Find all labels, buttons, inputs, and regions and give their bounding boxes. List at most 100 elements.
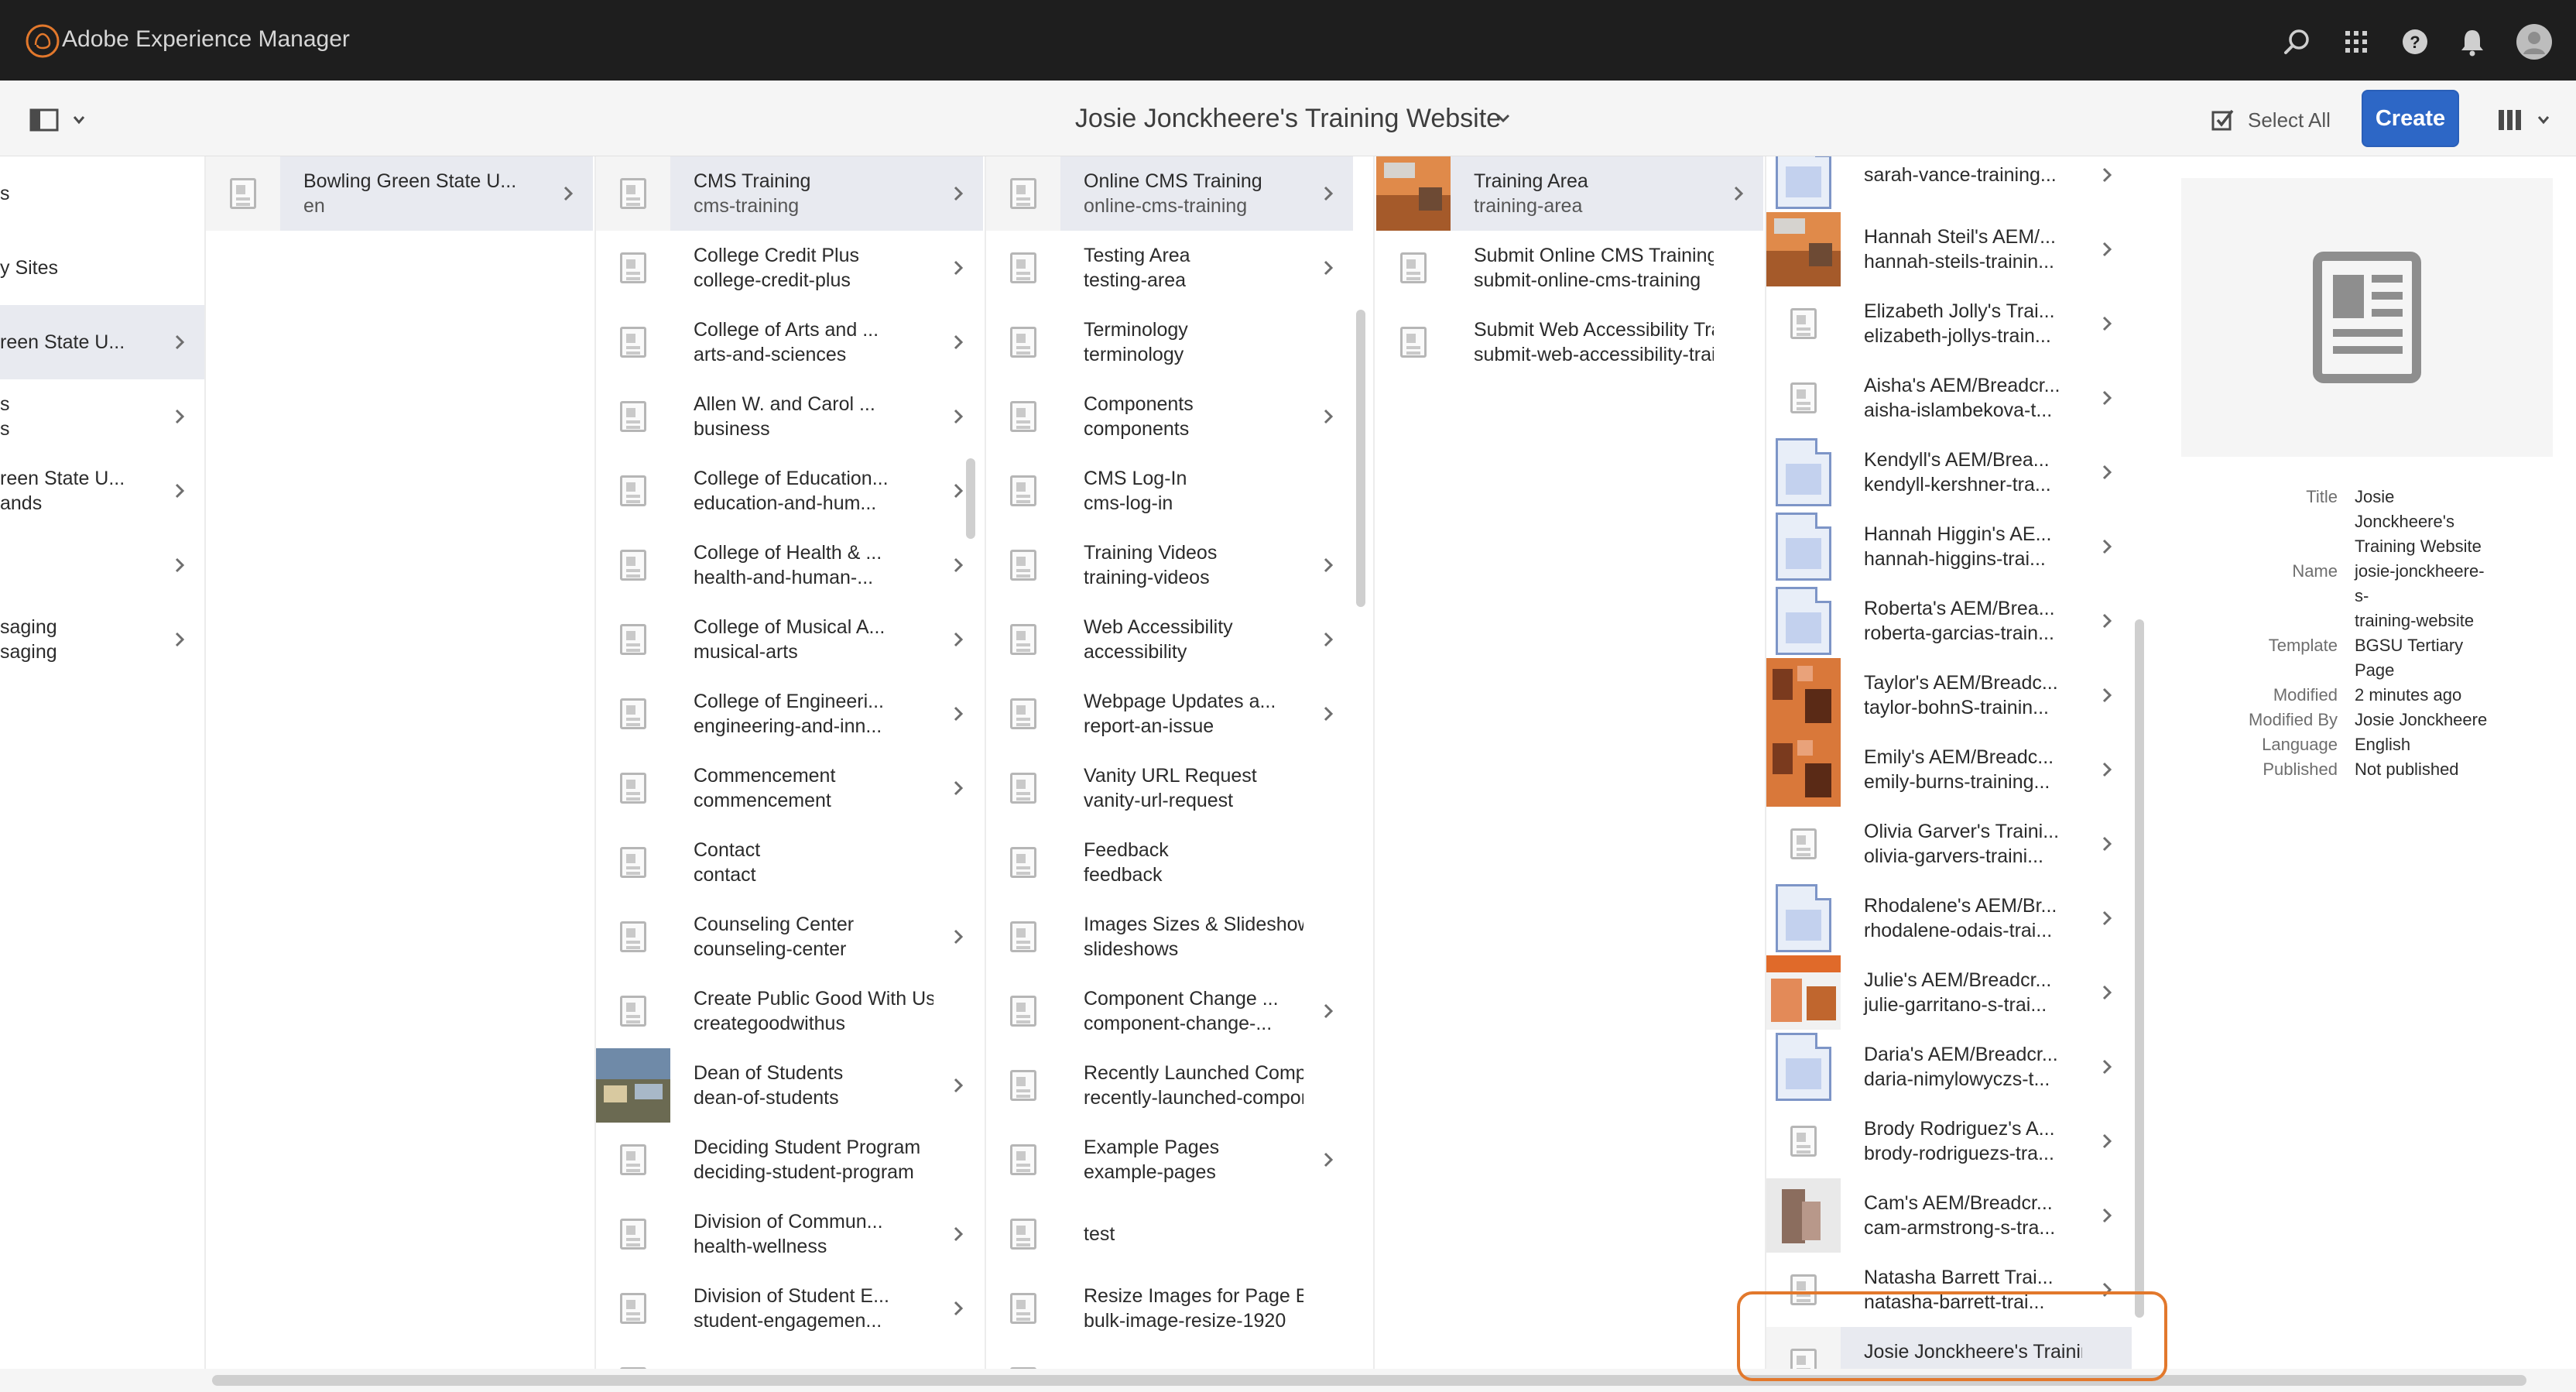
chevron-right-icon[interactable]: [155, 482, 204, 499]
chevron-right-icon[interactable]: [933, 1226, 983, 1243]
column-item[interactable]: s: [0, 156, 204, 231]
column-item[interactable]: College of Arts and ... arts-and-sciences: [596, 305, 983, 379]
column-item[interactable]: Allen W. and Carol ... business: [596, 379, 983, 454]
column-item[interactable]: College Credit Plus college-credit-plus: [596, 231, 983, 305]
column-item[interactable]: Webpage Updates a... report-an-issue: [986, 677, 1353, 751]
chevron-right-icon[interactable]: [2082, 464, 2132, 481]
column-item[interactable]: Submit Online CMS Training submit-online-…: [1376, 231, 1763, 305]
column-item[interactable]: Elizabeth Jolly's Trai... elizabeth-jolly…: [1766, 286, 2132, 361]
chevron-right-icon[interactable]: [933, 1300, 983, 1317]
column-item[interactable]: Commencement commencement: [596, 751, 983, 825]
column-item[interactable]: Rhodalene's AEM/Br... rhodalene-odais-tra…: [1766, 881, 2132, 955]
column-item[interactable]: reen State U... ands: [0, 454, 204, 528]
chevron-right-icon[interactable]: [1303, 408, 1353, 425]
chevron-right-icon[interactable]: [543, 185, 593, 202]
column-item[interactable]: Training Videos training-videos: [986, 528, 1353, 602]
column-item[interactable]: Testing Area testing-area: [986, 231, 1353, 305]
chevron-right-icon[interactable]: [933, 334, 983, 351]
column-item[interactable]: Images Sizes & Slideshows slideshows: [986, 900, 1353, 974]
column-item[interactable]: Division of Student E... student-engageme…: [596, 1271, 983, 1346]
column-item[interactable]: Daria's AEM/Breadcr... daria-nimylowyczs-…: [1766, 1030, 2132, 1104]
column-item[interactable]: Aisha's AEM/Breadcr... aisha-islambekova-…: [1766, 361, 2132, 435]
column-item[interactable]: Counseling Center counseling-center: [596, 900, 983, 974]
column-item[interactable]: Taylor's AEM/Breadc... taylor-bohnS-train…: [1766, 658, 2132, 732]
column-item[interactable]: CMS Training cms-training: [596, 156, 983, 231]
column-item[interactable]: Brody Rodriguez's A... brody-rodriguezs-t…: [1766, 1104, 2132, 1178]
chevron-right-icon[interactable]: [155, 631, 204, 648]
column-item[interactable]: Terminology terminology: [986, 305, 1353, 379]
chevron-right-icon[interactable]: [155, 334, 204, 351]
column-item[interactable]: Create Public Good With Us creategoodwith…: [596, 974, 983, 1048]
column-item[interactable]: [0, 528, 204, 602]
column-scrollbar[interactable]: [966, 458, 975, 539]
column-item[interactable]: College of Musical A... musical-arts: [596, 602, 983, 677]
column-item[interactable]: Hannah Steil's AEM/... hannah-steils-trai…: [1766, 212, 2132, 286]
chevron-right-icon[interactable]: [1303, 557, 1353, 574]
column-scrollbar[interactable]: [1356, 310, 1365, 607]
column-item[interactable]: ss: [0, 379, 204, 454]
column-item[interactable]: Training Area training-area: [1376, 156, 1763, 231]
column-item[interactable]: Component Change ... component-change-...: [986, 974, 1353, 1048]
column-item[interactable]: College of Engineeri... engineering-and-i…: [596, 677, 983, 751]
chevron-right-icon[interactable]: [2082, 1207, 2132, 1224]
page-title[interactable]: Josie Jonckheere's Training Website: [0, 104, 2576, 134]
chevron-right-icon[interactable]: [2082, 166, 2132, 183]
column-item[interactable]: Roberta's AEM/Brea... roberta-garcias-tra…: [1766, 584, 2132, 658]
column-item[interactable]: Olivia Garver's Traini... olivia-garvers-…: [1766, 807, 2132, 881]
chevron-right-icon[interactable]: [1303, 1151, 1353, 1168]
notifications-bell-icon[interactable]: [2457, 26, 2488, 57]
column-item[interactable]: sarah-vance-training...: [1766, 156, 2132, 212]
chevron-right-icon[interactable]: [1303, 259, 1353, 276]
chevron-right-icon[interactable]: [1303, 705, 1353, 722]
column-item[interactable]: Kendyll's AEM/Brea... kendyll-kershner-tr…: [1766, 435, 2132, 509]
column-item[interactable]: Julie's AEM/Breadcr... julie-garritano-s-…: [1766, 955, 2132, 1030]
chevron-right-icon[interactable]: [933, 482, 983, 499]
column-item[interactable]: Example Pages example-pages: [986, 1123, 1353, 1197]
horizontal-scrollbar[interactable]: [212, 1375, 2526, 1386]
column-item[interactable]: Submit Web Accessibility Train... submit-…: [1376, 305, 1763, 379]
chevron-right-icon[interactable]: [933, 631, 983, 648]
chevron-right-icon[interactable]: [933, 408, 983, 425]
column-item[interactable]: CMS Log-In cms-log-in: [986, 454, 1353, 528]
column-item[interactable]: Bowling Green State U... en: [206, 156, 593, 231]
chevron-right-icon[interactable]: [933, 259, 983, 276]
column-item[interactable]: Contact contact: [596, 825, 983, 900]
chevron-right-icon[interactable]: [2082, 984, 2132, 1001]
column-item[interactable]: Web Accessibility accessibility: [986, 602, 1353, 677]
chevron-right-icon[interactable]: [2082, 1058, 2132, 1075]
column-item[interactable]: y Sites: [0, 231, 204, 305]
chevron-right-icon[interactable]: [2082, 910, 2132, 927]
chevron-right-icon[interactable]: [2082, 538, 2132, 555]
chevron-right-icon[interactable]: [155, 408, 204, 425]
column-item[interactable]: Recently Launched Compo... recently-launc…: [986, 1048, 1353, 1123]
chevron-right-icon[interactable]: [1303, 1003, 1353, 1020]
chevron-right-icon[interactable]: [2082, 835, 2132, 852]
chevron-down-icon[interactable]: [1494, 108, 1512, 127]
column-view-icon[interactable]: [2496, 108, 2557, 132]
chevron-right-icon[interactable]: [2082, 1133, 2132, 1150]
chevron-right-icon[interactable]: [2082, 761, 2132, 778]
create-button[interactable]: Create: [2362, 90, 2459, 147]
chevron-right-icon[interactable]: [933, 1077, 983, 1094]
user-avatar[interactable]: [2516, 23, 2553, 60]
chevron-right-icon[interactable]: [1714, 185, 1763, 202]
chevron-right-icon[interactable]: [1303, 631, 1353, 648]
chevron-right-icon[interactable]: [2082, 612, 2132, 629]
column-item[interactable]: College of Health & ... health-and-human-…: [596, 528, 983, 602]
chevron-right-icon[interactable]: [1303, 185, 1353, 202]
chevron-right-icon[interactable]: [933, 185, 983, 202]
chevron-right-icon[interactable]: [933, 928, 983, 945]
apps-grid-icon[interactable]: [2341, 26, 2372, 57]
chevron-right-icon[interactable]: [155, 557, 204, 574]
column-item[interactable]: Deciding Student Program deciding-student…: [596, 1123, 983, 1197]
column-item[interactable]: Cam's AEM/Breadcr... cam-armstrong-s-tra.…: [1766, 1178, 2132, 1253]
column-item[interactable]: Components components: [986, 379, 1353, 454]
chevron-right-icon[interactable]: [933, 557, 983, 574]
aem-logo-icon[interactable]: [25, 23, 60, 59]
chevron-right-icon[interactable]: [933, 780, 983, 797]
column-item[interactable]: Division of Commun... health-wellness: [596, 1197, 983, 1271]
column-scrollbar[interactable]: [2135, 619, 2144, 1318]
column-item[interactable]: Dean of Students dean-of-students: [596, 1048, 983, 1123]
select-all-button[interactable]: Select All: [2211, 107, 2331, 133]
chevron-right-icon[interactable]: [2082, 241, 2132, 258]
